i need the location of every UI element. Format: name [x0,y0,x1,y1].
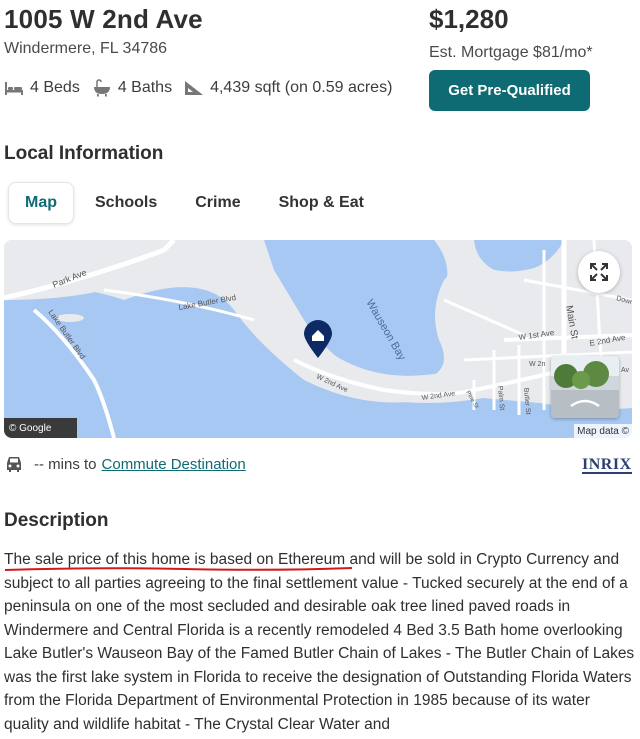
listing-price: $1,280 [429,4,509,34]
google-attribution: © Google [4,418,77,438]
map-label: Av [621,367,630,374]
tab-schools[interactable]: Schools [76,183,176,223]
listing-city: Windermere, FL 34786 [4,40,168,57]
beds-fact: 4 Beds [4,79,80,97]
description-body: and will be sold in Crypto Currency and … [4,551,635,733]
commute-destination-link[interactable]: Commute Destination [102,456,246,473]
map-label: W 2n [529,361,545,368]
bathtub-icon [93,79,110,97]
inrix-logo: INRIX [582,456,632,474]
tab-crime[interactable]: Crime [176,183,259,223]
tab-map[interactable]: Map [8,182,74,224]
commute-time: -- mins to [34,455,97,473]
ruler-triangle-icon [185,81,204,95]
listing-address: 1005 W 2nd Ave [4,4,203,34]
map-data-attribution[interactable]: Map data © [574,424,632,438]
street-view-thumbnail[interactable] [551,356,619,418]
description-heading: Description [4,510,109,531]
estimated-mortgage[interactable]: Est. Mortgage $81/mo* [429,44,593,62]
expand-icon [590,263,608,281]
baths-label: 4 Baths [117,79,173,96]
bed-icon [5,82,23,95]
commute-row: -- mins to Commute Destination [4,455,246,473]
local-info-tabs: Map Schools Crime Shop & Eat [8,182,383,224]
car-icon [7,457,21,472]
description-text: The sale price of this home is based on … [4,548,636,736]
tab-shop-eat[interactable]: Shop & Eat [260,183,383,223]
get-pre-qualified-button[interactable]: Get Pre-Qualified [429,70,590,111]
map-view[interactable]: Park Ave Lake Butler Blvd Lake Butler Bl… [4,240,632,438]
expand-map-button[interactable] [578,251,620,293]
sqft-label: 4,439 sqft (on 0.59 acres) [210,79,393,96]
baths-fact: 4 Baths [92,79,172,97]
beds-label: 4 Beds [30,79,80,96]
local-information-heading: Local Information [4,143,164,164]
map-canvas[interactable]: Park Ave Lake Butler Blvd Lake Butler Bl… [4,240,632,438]
sqft-fact: 4,439 sqft (on 0.59 acres) [184,79,392,97]
property-facts: 4 Beds 4 Baths 4,439 sqft (on 0.59 acres… [4,79,404,97]
red-underline-annotation [4,567,353,571]
